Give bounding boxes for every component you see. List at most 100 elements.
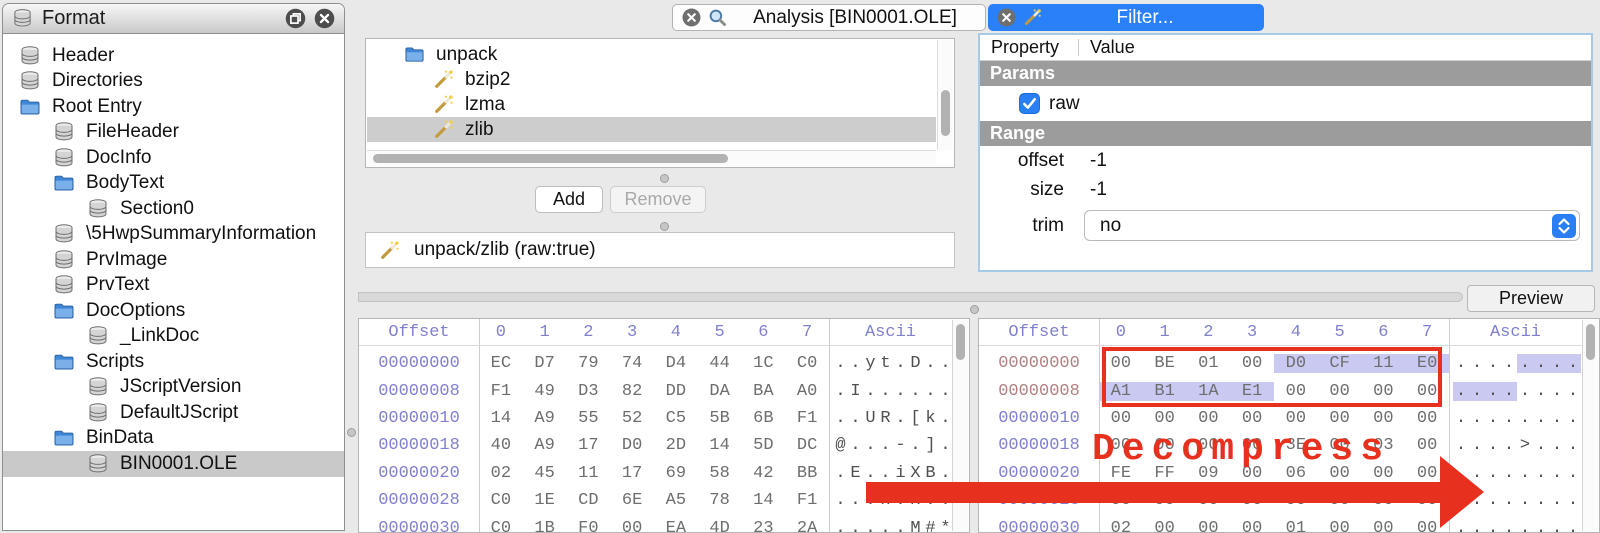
hex-ascii-char[interactable]: . bbox=[863, 382, 878, 401]
hex-byte[interactable]: 00 bbox=[1362, 519, 1406, 532]
hex-byte[interactable]: C0 bbox=[785, 354, 829, 373]
hex-ascii-char[interactable]: . bbox=[1469, 381, 1485, 401]
hex-ascii-char[interactable]: . bbox=[1485, 491, 1501, 510]
hex-ascii-char[interactable]: . bbox=[1469, 436, 1485, 455]
hex-ascii-char[interactable]: . bbox=[1565, 409, 1581, 428]
hex-ascii-char[interactable]: . bbox=[848, 491, 863, 510]
hex-ascii-char[interactable]: . bbox=[1565, 436, 1581, 455]
tree-item-bin0001ole[interactable]: BIN0001.OLE bbox=[3, 451, 344, 477]
hex-byte[interactable]: EC bbox=[479, 354, 523, 373]
filter-item-zlib[interactable]: zlib bbox=[367, 117, 936, 142]
remove-button[interactable]: Remove bbox=[610, 186, 706, 213]
scrollbar-thumb[interactable] bbox=[373, 154, 728, 163]
hex-ascii-char[interactable]: . bbox=[1501, 491, 1517, 510]
hex-byte[interactable]: 00 bbox=[1187, 519, 1231, 532]
hex-byte[interactable]: 74 bbox=[610, 354, 654, 373]
hex-ascii-char[interactable]: . bbox=[1565, 382, 1581, 401]
hex-byte[interactable]: 17 bbox=[610, 464, 654, 483]
tree-item-bodytext[interactable]: BodyText bbox=[3, 171, 344, 197]
hex-ascii-char[interactable]: . bbox=[1517, 354, 1533, 374]
hex-byte[interactable]: 58 bbox=[698, 464, 742, 483]
hex-byte[interactable]: 79 bbox=[567, 354, 611, 373]
hex-ascii-char[interactable]: . bbox=[1469, 354, 1485, 373]
scrollbar-thumb[interactable] bbox=[1586, 324, 1595, 360]
hex-ascii-char[interactable]: . bbox=[833, 409, 848, 428]
hex-ascii-char[interactable]: ] bbox=[923, 436, 938, 455]
hex-byte[interactable]: 69 bbox=[654, 464, 698, 483]
hex-ascii-char[interactable]: B bbox=[923, 464, 938, 483]
tree-item-5hwpsummaryinformation[interactable]: \5HwpSummaryInformation bbox=[3, 222, 344, 248]
hex-byte[interactable]: 00 bbox=[1230, 519, 1274, 532]
hex-byte[interactable]: 40 bbox=[479, 436, 523, 455]
hex-byte[interactable]: 00 bbox=[1318, 519, 1362, 532]
hex-byte[interactable]: 49 bbox=[523, 382, 567, 401]
hex-byte[interactable]: 78 bbox=[698, 491, 742, 510]
hex-ascii-char[interactable]: . bbox=[878, 382, 893, 401]
hex-byte[interactable]: F1 bbox=[785, 491, 829, 510]
hex-byte[interactable]: 00 bbox=[1405, 436, 1449, 455]
tree-item-linkdoc[interactable]: _LinkDoc bbox=[3, 324, 344, 350]
hex-byte[interactable]: C0 bbox=[479, 491, 523, 510]
splitter-handle[interactable] bbox=[970, 305, 979, 314]
hex-byte[interactable]: 1C bbox=[742, 354, 786, 373]
hex-byte[interactable]: 42 bbox=[742, 464, 786, 483]
hex-byte[interactable]: 00 bbox=[1274, 409, 1318, 428]
hex-ascii-char[interactable]: . bbox=[863, 464, 878, 483]
hex-byte[interactable]: 23 bbox=[742, 519, 786, 532]
hex-byte[interactable]: 2D bbox=[654, 436, 698, 455]
tree-item-rootentry[interactable]: Root Entry bbox=[3, 94, 344, 120]
hex-ascii-char[interactable]: . bbox=[1517, 409, 1533, 428]
hex-ascii-char[interactable]: . bbox=[833, 382, 848, 401]
hex-byte[interactable]: 5D bbox=[742, 436, 786, 455]
hex-byte[interactable]: 6B bbox=[742, 409, 786, 428]
hex-ascii-char[interactable]: @ bbox=[833, 436, 848, 455]
hex-ascii-char[interactable]: . bbox=[938, 464, 953, 483]
hex-ascii-char[interactable]: . bbox=[848, 436, 863, 455]
hex-ascii-char[interactable]: . bbox=[1453, 354, 1469, 373]
hex-ascii-char[interactable]: . bbox=[1453, 381, 1469, 401]
hex-byte[interactable]: D4 bbox=[654, 354, 698, 373]
hex-byte[interactable]: 1B bbox=[523, 519, 567, 532]
hex-ascii-char[interactable]: . bbox=[1549, 519, 1565, 532]
hex-byte[interactable]: 17 bbox=[567, 436, 611, 455]
tree-item-header[interactable]: Header bbox=[3, 43, 344, 69]
hex-ascii-char[interactable]: . bbox=[1549, 354, 1565, 374]
hex-ascii-char[interactable]: . bbox=[848, 519, 863, 532]
hex-byte[interactable]: 45 bbox=[523, 464, 567, 483]
hex-ascii-char[interactable]: . bbox=[848, 409, 863, 428]
hex-byte[interactable]: C0 bbox=[479, 519, 523, 532]
hex-byte[interactable]: 02 bbox=[479, 464, 523, 483]
hex-ascii-char[interactable]: . bbox=[893, 354, 908, 373]
hex-ascii-char[interactable]: . bbox=[1549, 409, 1565, 428]
hex-ascii-char[interactable]: . bbox=[893, 519, 908, 532]
hex-ascii-char[interactable]: I bbox=[848, 382, 863, 401]
hex-ascii-char[interactable]: X bbox=[908, 464, 923, 483]
hex-ascii-char[interactable]: . bbox=[1565, 519, 1581, 532]
hex-byte[interactable]: A0 bbox=[785, 382, 829, 401]
hex-ascii-char[interactable]: . bbox=[863, 436, 878, 455]
tree-item-directories[interactable]: Directories bbox=[3, 69, 344, 95]
hex-byte[interactable]: D3 bbox=[567, 382, 611, 401]
hex-ascii-char[interactable]: . bbox=[893, 409, 908, 428]
hex-ascii-char[interactable]: . bbox=[833, 519, 848, 532]
hex-ascii-char[interactable]: . bbox=[1517, 464, 1533, 483]
hex-ascii-char[interactable]: . bbox=[833, 464, 848, 483]
hex-ascii-char[interactable]: . bbox=[1533, 382, 1549, 401]
float-window-button[interactable] bbox=[285, 8, 306, 29]
hex-byte[interactable]: 00 bbox=[1143, 519, 1187, 532]
hex-ascii-char[interactable]: . bbox=[1485, 354, 1501, 373]
hex-ascii-char[interactable]: . bbox=[938, 354, 953, 373]
hex-byte[interactable]: 1E bbox=[523, 491, 567, 510]
hex-ascii-char[interactable]: . bbox=[1501, 519, 1517, 532]
hex-ascii-char[interactable]: . bbox=[863, 519, 878, 532]
hex-ascii-char[interactable]: # bbox=[923, 519, 938, 532]
hex-byte[interactable]: CD bbox=[567, 491, 611, 510]
hex-byte[interactable]: A9 bbox=[523, 409, 567, 428]
hex-ascii-char[interactable]: . bbox=[1549, 436, 1565, 455]
hex-ascii-char[interactable]: . bbox=[1485, 436, 1501, 455]
hex-ascii-char[interactable]: R bbox=[878, 409, 893, 428]
tree-item-fileheader[interactable]: FileHeader bbox=[3, 120, 344, 146]
hex-ascii-char[interactable]: . bbox=[1453, 409, 1469, 428]
hex-ascii-char[interactable]: . bbox=[923, 354, 938, 373]
hex-byte[interactable]: 00 bbox=[1362, 409, 1406, 428]
